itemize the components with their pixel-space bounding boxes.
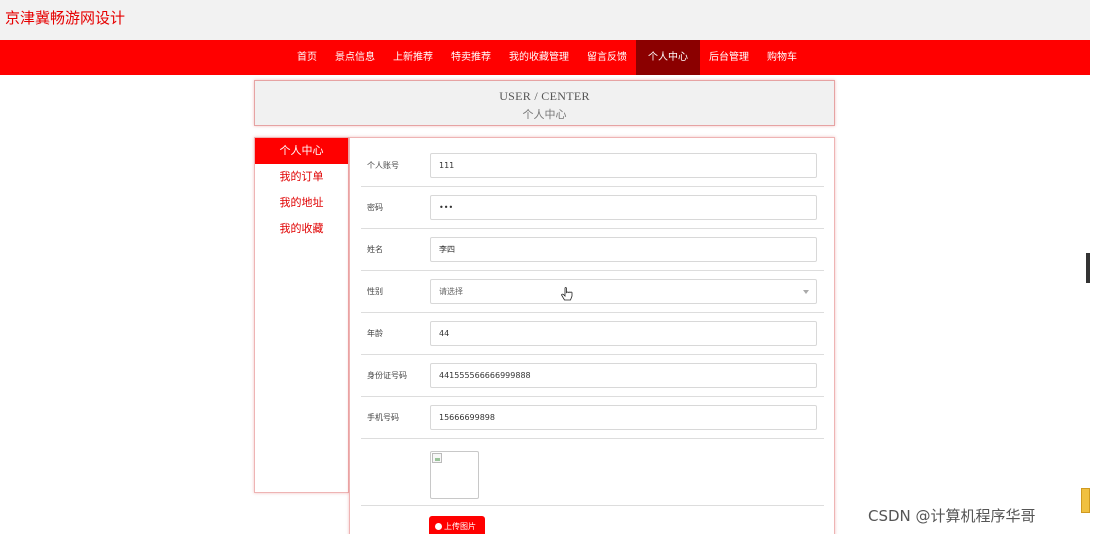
corner-badge xyxy=(1081,488,1090,513)
sidebar-item-address[interactable]: 我的地址 xyxy=(255,190,348,216)
phone-input[interactable] xyxy=(430,405,817,430)
nav-item-admin[interactable]: 后台管理 xyxy=(700,40,758,75)
nav-item-new-recommend[interactable]: 上新推荐 xyxy=(384,40,442,75)
avatar-image xyxy=(430,451,479,499)
nav-list: 首页 景点信息 上新推荐 特卖推荐 我的收藏管理 留言反馈 个人中心 后台管理 … xyxy=(288,40,806,75)
nav-item-user-center[interactable]: 个人中心 xyxy=(636,40,700,75)
sidebar-item-favorites[interactable]: 我的收藏 xyxy=(255,216,348,242)
password-input[interactable]: ••• xyxy=(430,195,817,220)
phone-label: 手机号码 xyxy=(367,413,399,422)
id-number-label: 身份证号码 xyxy=(367,371,407,380)
form-row-gender: 性别 请选择 xyxy=(361,271,824,313)
upload-image-button[interactable]: 上传图片 xyxy=(429,516,485,534)
account-label: 个人账号 xyxy=(367,161,399,170)
nav-item-attractions[interactable]: 景点信息 xyxy=(326,40,384,75)
name-input[interactable] xyxy=(430,237,817,262)
upload-button-label: 上传图片 xyxy=(444,522,476,531)
nav-item-cart[interactable]: 购物车 xyxy=(758,40,806,75)
top-bar: 京津冀畅游网设计 xyxy=(0,0,1090,40)
broken-image-icon xyxy=(432,453,442,463)
page-title-en: USER / CENTER xyxy=(499,89,590,103)
nav-item-home[interactable]: 首页 xyxy=(288,40,326,75)
sidebar: 个人中心 我的订单 我的地址 我的收藏 xyxy=(254,137,349,493)
site-title: 京津冀畅游网设计 xyxy=(5,9,126,27)
nav-item-favorites-manage[interactable]: 我的收藏管理 xyxy=(500,40,578,75)
id-number-input[interactable] xyxy=(430,363,817,388)
age-input[interactable] xyxy=(430,321,817,346)
chevron-down-icon xyxy=(803,290,809,294)
watermark: CSDN @计算机程序华哥 xyxy=(868,507,1036,525)
account-input[interactable] xyxy=(430,153,817,178)
form-row-password: 密码 ••• xyxy=(361,187,824,229)
gender-select-value: 请选择 xyxy=(439,287,463,296)
nav-item-sale-recommend[interactable]: 特卖推荐 xyxy=(442,40,500,75)
profile-form-panel: 个人账号 密码 ••• 姓名 性别 请选择 年龄 身份证号码 手机号码 xyxy=(349,137,835,534)
form-row-name: 姓名 xyxy=(361,229,824,271)
upload-icon xyxy=(435,523,442,530)
sidebar-item-user-center[interactable]: 个人中心 xyxy=(255,138,348,164)
page-title-cn: 个人中心 xyxy=(522,108,567,121)
main-nav: 首页 景点信息 上新推荐 特卖推荐 我的收藏管理 留言反馈 个人中心 后台管理 … xyxy=(0,40,1090,75)
name-label: 姓名 xyxy=(367,245,383,254)
form-row-phone: 手机号码 xyxy=(361,397,824,439)
form-row-avatar xyxy=(361,439,824,506)
age-label: 年龄 xyxy=(367,329,383,338)
form-row-age: 年龄 xyxy=(361,313,824,355)
password-label: 密码 xyxy=(367,203,383,212)
gender-select[interactable]: 请选择 xyxy=(430,279,817,304)
scrollbar-thumb[interactable] xyxy=(1086,253,1090,283)
gender-label: 性别 xyxy=(367,287,383,296)
form-row-account: 个人账号 xyxy=(361,145,824,187)
hand-cursor-icon xyxy=(561,287,573,301)
nav-item-feedback[interactable]: 留言反馈 xyxy=(578,40,636,75)
sidebar-item-orders[interactable]: 我的订单 xyxy=(255,164,348,190)
page-header: USER / CENTER 个人中心 xyxy=(254,80,835,126)
form-row-id-number: 身份证号码 xyxy=(361,355,824,397)
